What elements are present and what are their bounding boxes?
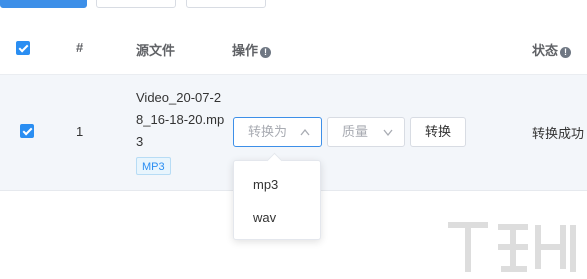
header-status-label: 状态 bbox=[532, 43, 559, 58]
convert-button[interactable]: 转换 bbox=[410, 117, 466, 147]
table-header: # 源文件 操作! 状态! bbox=[0, 0, 587, 75]
status-text: 转换成功 bbox=[532, 126, 585, 141]
convert-to-placeholder: 转换为 bbox=[248, 124, 288, 139]
convert-to-select[interactable]: 转换为 bbox=[233, 117, 322, 147]
convert-dropdown-menu: mp3 wav bbox=[233, 160, 321, 240]
header-operation-label: 操作 bbox=[232, 43, 259, 58]
format-badge: MP3 bbox=[136, 157, 171, 175]
select-all-checkbox[interactable] bbox=[16, 41, 30, 55]
chevron-down-icon bbox=[382, 118, 394, 156]
dropdown-option-wav[interactable]: wav bbox=[253, 210, 276, 225]
row-checkbox[interactable] bbox=[20, 124, 34, 138]
info-icon[interactable]: ! bbox=[560, 47, 572, 58]
watermark-logo bbox=[448, 222, 576, 272]
row-index: 1 bbox=[76, 124, 84, 139]
file-name: Video_20-07-28_16-18-20.mp3 bbox=[136, 90, 225, 149]
header-source-file: 源文件 bbox=[136, 43, 176, 58]
header-status: 状态! bbox=[532, 40, 572, 59]
info-icon[interactable]: ! bbox=[260, 47, 272, 58]
header-index: # bbox=[76, 40, 84, 55]
quality-select[interactable]: 质量 bbox=[327, 117, 405, 147]
dropdown-option-mp3[interactable]: mp3 bbox=[253, 177, 278, 192]
chevron-up-icon bbox=[299, 118, 311, 156]
quality-placeholder: 质量 bbox=[342, 124, 369, 139]
header-operation: 操作! bbox=[232, 40, 272, 59]
